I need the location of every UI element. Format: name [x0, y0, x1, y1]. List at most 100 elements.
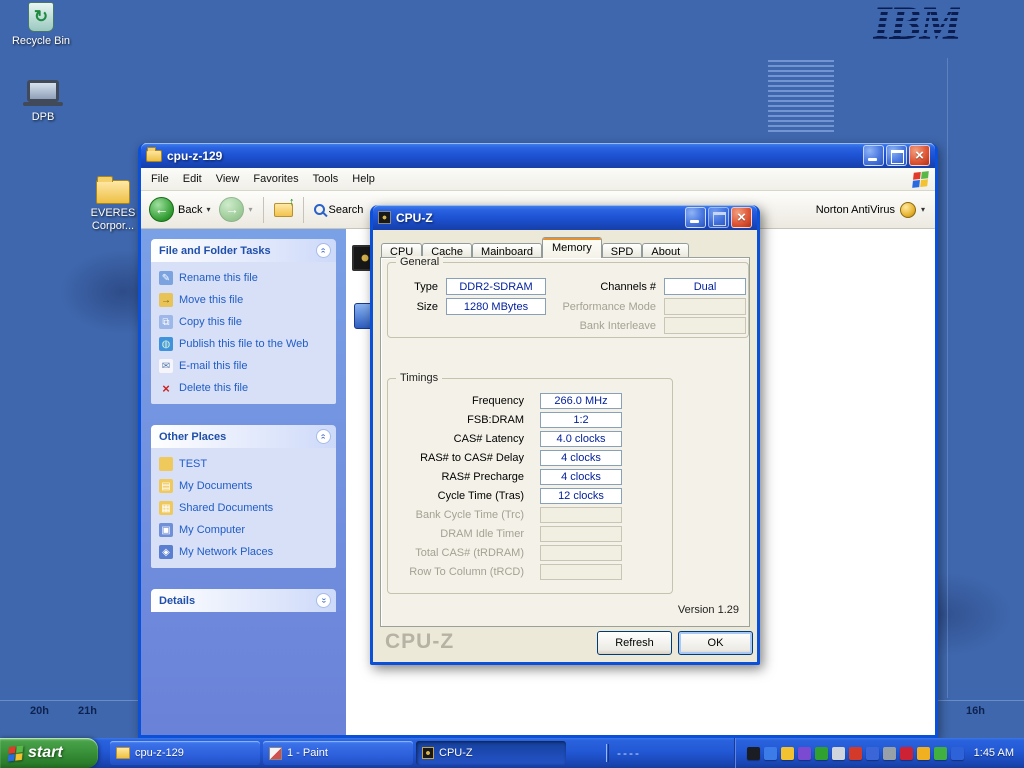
ibm-logo: IBM	[873, 0, 960, 48]
refresh-button[interactable]: Refresh	[597, 631, 672, 655]
back-button-label: Back	[178, 204, 202, 216]
folder-icon	[116, 747, 130, 759]
timing-rows: Frequency266.0 MHzFSB:DRAM1:2CAS# Latenc…	[388, 393, 672, 580]
desktop-icon-label: DPB	[32, 111, 55, 124]
panel-header-file-and-folder-tasks[interactable]: File and Folder Tasks ‹‹	[151, 239, 336, 262]
tray-icon[interactable]	[934, 747, 947, 760]
task-item-my-documents[interactable]: ▤My Documents	[159, 479, 328, 493]
cpuz-icon	[422, 747, 434, 759]
task-item-test[interactable]: TEST	[159, 457, 328, 471]
chevron-up-icon[interactable]: ‹‹	[316, 243, 331, 258]
forward-button[interactable]: → ▾	[217, 195, 254, 224]
task-item-rename-this-file[interactable]: ✎Rename this file	[159, 271, 328, 285]
taskbar-tasks: cpu-z-129 1 - Paint CPU-Z	[110, 741, 566, 765]
task-item-e-mail-this-file[interactable]: ✉E-mail this file	[159, 359, 328, 373]
panel-details: Details‹‹	[151, 589, 336, 612]
size-label: Size	[388, 301, 438, 313]
up-folder-icon	[274, 203, 293, 217]
task-item-copy-this-file[interactable]: ⧉Copy this file	[159, 315, 328, 329]
tray-icon[interactable]	[900, 747, 913, 760]
cpuz-titlebar[interactable]: CPU-Z	[373, 205, 757, 230]
tray-icon[interactable]	[747, 747, 760, 760]
task-item-my-network-places[interactable]: ◈My Network Places	[159, 545, 328, 559]
task-button-label: 1 - Paint	[287, 747, 328, 759]
task-button-label: cpu-z-129	[135, 747, 184, 759]
tray-icon[interactable]	[764, 747, 777, 760]
timing-row-bank-cycle-time-trc: Bank Cycle Time (Trc)	[388, 507, 672, 523]
panel-body: TEST ▤My Documents ▦Shared Documents ▣My Co…	[151, 448, 336, 568]
panel-header-details[interactable]: Details‹‹	[151, 589, 336, 612]
panel-header-other-places[interactable]: Other Places ‹‹	[151, 425, 336, 448]
size-value: 1280 MBytes	[446, 298, 546, 315]
up-button[interactable]	[272, 201, 295, 219]
tray-icon[interactable]	[781, 747, 794, 760]
groupbox-label: Timings	[396, 372, 442, 384]
tray-icon[interactable]	[798, 747, 811, 760]
taskbar-deskband[interactable]: ----	[606, 744, 641, 762]
search-button[interactable]: Search	[312, 202, 366, 218]
recycle-bin-icon: ↻	[28, 2, 54, 32]
norton-antivirus-menu[interactable]: Norton AntiVirus ▾	[816, 202, 929, 218]
everes-folder-desktop-icon[interactable]: EVERES Corpor...	[84, 174, 142, 233]
norton-icon	[900, 202, 916, 218]
taskbar-task-1-paint[interactable]: 1 - Paint	[263, 741, 413, 765]
tab-strip: CPUCacheMainboardMemorySPDAbout	[381, 237, 689, 258]
ok-button[interactable]: OK	[678, 631, 753, 655]
start-button-label: start	[28, 744, 69, 762]
timing-value: 1:2	[540, 412, 622, 428]
start-button[interactable]: start	[0, 738, 98, 768]
close-button[interactable]	[909, 145, 930, 166]
tray-icon[interactable]	[866, 747, 879, 760]
task-item-publish-this-file-to-the-web[interactable]: ◍Publish this file to the Web	[159, 337, 328, 351]
tray-icon[interactable]	[815, 747, 828, 760]
task-item-shared-documents[interactable]: ▦Shared Documents	[159, 501, 328, 515]
wallpaper-vertical-line	[947, 58, 948, 698]
deskband-handle-icon[interactable]	[606, 744, 609, 762]
menu-view[interactable]: View	[209, 170, 247, 188]
task-item-move-this-file[interactable]: →Move this file	[159, 293, 328, 307]
minimize-button[interactable]	[685, 207, 706, 228]
tray-icon[interactable]	[883, 747, 896, 760]
timing-row-cas-latency: CAS# Latency4.0 clocks	[388, 431, 672, 447]
timing-label: RAS# to CAS# Delay	[388, 452, 540, 464]
task-item-label: Publish this file to the Web	[179, 338, 308, 350]
menu-favorites[interactable]: Favorites	[246, 170, 305, 188]
tray-icon[interactable]	[849, 747, 862, 760]
tray-icon[interactable]	[951, 747, 964, 760]
task-button-label: CPU-Z	[439, 747, 473, 759]
timing-row-cycle-time-tras: Cycle Time (Tras)12 clocks	[388, 488, 672, 504]
tab-memory[interactable]: Memory	[542, 237, 602, 258]
recycle-bin-desktop-icon[interactable]: ↻ Recycle Bin	[8, 2, 74, 48]
timing-value: 4 clocks	[540, 450, 622, 466]
chevron-down-icon: ▾	[921, 205, 925, 214]
task-item-label: Copy this file	[179, 316, 242, 328]
chevron-down-icon[interactable]: ‹‹	[316, 593, 331, 608]
menu-tools[interactable]: Tools	[306, 170, 346, 188]
task-item-delete-this-file[interactable]: ×Delete this file	[159, 381, 328, 395]
windows-logo-icon	[912, 171, 929, 188]
back-button[interactable]: ← Back ▾	[147, 195, 212, 224]
timing-value: 4 clocks	[540, 469, 622, 485]
menu-edit[interactable]: Edit	[176, 170, 209, 188]
taskbar-task-cpu-z[interactable]: CPU-Z	[416, 741, 566, 765]
tray-icon[interactable]	[832, 747, 845, 760]
move-file-icon: →	[159, 293, 173, 307]
close-button[interactable]	[731, 207, 752, 228]
maximize-button[interactable]	[708, 207, 729, 228]
task-item-my-computer[interactable]: ▣My Computer	[159, 523, 328, 537]
task-item-label: TEST	[179, 458, 207, 470]
panel-title: File and Folder Tasks	[159, 245, 271, 257]
task-item-label: My Documents	[179, 480, 252, 492]
chevron-up-icon[interactable]: ‹‹	[316, 429, 331, 444]
maximize-button[interactable]	[886, 145, 907, 166]
task-pane: File and Folder Tasks ‹‹ ✎Rename this file…	[141, 229, 346, 735]
panel-title: Other Places	[159, 431, 226, 443]
taskbar-task-cpu-z-129[interactable]: cpu-z-129	[110, 741, 260, 765]
menu-help[interactable]: Help	[345, 170, 382, 188]
tray-icon[interactable]	[917, 747, 930, 760]
explorer-titlebar[interactable]: cpu-z-129	[141, 143, 935, 168]
menu-file[interactable]: File	[144, 170, 176, 188]
minimize-button[interactable]	[863, 145, 884, 166]
paint-icon	[269, 747, 282, 760]
dpb-desktop-icon[interactable]: DPB	[10, 80, 76, 124]
